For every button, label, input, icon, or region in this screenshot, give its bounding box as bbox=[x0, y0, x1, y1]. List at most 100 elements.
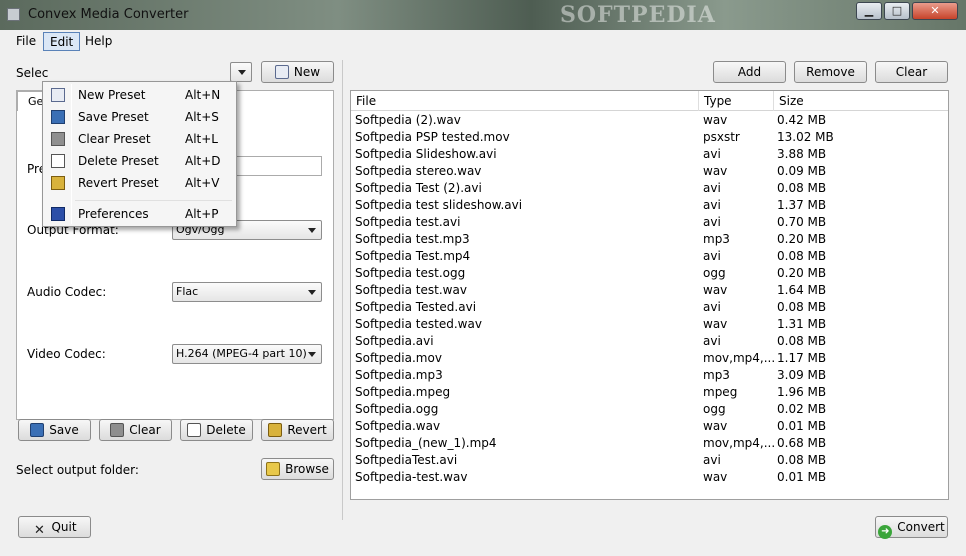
table-row[interactable]: Softpedia Tested.avi avi 0.08 MB bbox=[351, 299, 948, 316]
revert-button[interactable]: Revert bbox=[261, 419, 334, 441]
table-row[interactable]: Softpedia Test.mp4 avi 0.08 MB bbox=[351, 248, 948, 265]
clear-preset-button[interactable]: Clear bbox=[99, 419, 172, 441]
menu-edit[interactable]: Edit bbox=[43, 32, 81, 51]
save-icon bbox=[51, 110, 65, 124]
save-button[interactable]: Save bbox=[18, 419, 91, 441]
table-row[interactable]: Softpedia.wav wav 0.01 MB bbox=[351, 418, 948, 435]
delete-button-label: Delete bbox=[206, 423, 246, 437]
menu-item-clear-preset[interactable]: Clear Preset Alt+L bbox=[45, 129, 234, 149]
cell-type: wav bbox=[703, 470, 728, 484]
video-codec-label: Video Codec: bbox=[27, 347, 106, 361]
column-header-type[interactable]: Type bbox=[699, 91, 774, 111]
new-button-label: New bbox=[293, 65, 321, 79]
cell-file: Softpedia.wav bbox=[355, 419, 441, 433]
column-header-file[interactable]: File bbox=[351, 91, 699, 111]
table-row[interactable]: Softpedia_(new_1).mp4 mov,mp4,... 0.68 MB bbox=[351, 435, 948, 452]
cell-size: 1.96 MB bbox=[777, 385, 827, 399]
main-window: File Edit Help Selec New Ge Pre Output F… bbox=[0, 30, 966, 556]
menu-item-preferences[interactable]: Preferences Alt+P bbox=[45, 204, 234, 224]
browse-button[interactable]: Browse bbox=[261, 458, 334, 480]
cell-type: avi bbox=[703, 334, 721, 348]
cell-file: Softpedia test.mp3 bbox=[355, 232, 470, 246]
cell-size: 0.20 MB bbox=[777, 266, 827, 280]
add-button[interactable]: Add bbox=[713, 61, 786, 83]
table-row[interactable]: Softpedia Slideshow.avi avi 3.88 MB bbox=[351, 146, 948, 163]
table-row[interactable]: Softpedia stereo.wav wav 0.09 MB bbox=[351, 163, 948, 180]
menu-file[interactable]: File bbox=[10, 32, 42, 51]
trash-icon bbox=[110, 423, 125, 437]
new-preset-button[interactable]: New bbox=[261, 61, 334, 83]
broom-icon bbox=[268, 423, 283, 437]
cell-type: avi bbox=[703, 181, 721, 195]
table-row[interactable]: Softpedia test.avi avi 0.70 MB bbox=[351, 214, 948, 231]
cell-size: 1.64 MB bbox=[777, 283, 827, 297]
cell-type: wav bbox=[703, 419, 728, 433]
remove-button[interactable]: Remove bbox=[794, 61, 867, 83]
menu-item-new-preset[interactable]: New Preset Alt+N bbox=[45, 85, 234, 105]
save-button-label: Save bbox=[49, 423, 79, 437]
cell-file: Softpedia.ogg bbox=[355, 402, 439, 416]
table-row[interactable]: Softpedia.mp3 mp3 3.09 MB bbox=[351, 367, 948, 384]
preferences-icon bbox=[51, 207, 65, 221]
column-header-size[interactable]: Size bbox=[774, 91, 948, 111]
table-row[interactable]: Softpedia.ogg ogg 0.02 MB bbox=[351, 401, 948, 418]
trash-icon bbox=[51, 132, 65, 146]
select-preset-label: Selec bbox=[16, 66, 49, 80]
table-row[interactable]: Softpedia test.wav wav 1.64 MB bbox=[351, 282, 948, 299]
cell-type: ogg bbox=[703, 402, 726, 416]
audio-codec-label: Audio Codec: bbox=[27, 285, 107, 299]
cell-file: Softpedia test slideshow.avi bbox=[355, 198, 523, 212]
audio-codec-select[interactable]: Flac bbox=[172, 282, 322, 302]
table-row[interactable]: Softpedia-test.wav wav 0.01 MB bbox=[351, 469, 948, 486]
cell-type: wav bbox=[703, 283, 728, 297]
quit-button[interactable]: ✕ Quit bbox=[18, 516, 91, 538]
table-row[interactable]: Softpedia tested.wav wav 1.31 MB bbox=[351, 316, 948, 333]
cell-size: 0.70 MB bbox=[777, 215, 827, 229]
cell-file: Softpedia test.ogg bbox=[355, 266, 466, 280]
table-row[interactable]: Softpedia Test (2).avi avi 0.08 MB bbox=[351, 180, 948, 197]
cell-type: avi bbox=[703, 198, 721, 212]
close-button[interactable]: ✕ bbox=[912, 2, 958, 20]
cell-file: Softpedia test.avi bbox=[355, 215, 461, 229]
cell-file: Softpedia.mpeg bbox=[355, 385, 451, 399]
table-row[interactable]: Softpedia.mpeg mpeg 1.96 MB bbox=[351, 384, 948, 401]
menu-item-delete-preset[interactable]: Delete Preset Alt+D bbox=[45, 151, 234, 171]
table-row[interactable]: Softpedia.mov mov,mp4,... 1.17 MB bbox=[351, 350, 948, 367]
menu-item-shortcut: Alt+D bbox=[185, 154, 221, 168]
new-preset-icon bbox=[274, 65, 289, 79]
menu-item-save-preset[interactable]: Save Preset Alt+S bbox=[45, 107, 234, 127]
preset-select[interactable] bbox=[230, 62, 252, 82]
cell-size: 0.02 MB bbox=[777, 402, 827, 416]
menu-help[interactable]: Help bbox=[79, 32, 118, 51]
cell-size: 3.88 MB bbox=[777, 147, 827, 161]
minimize-button[interactable]: ▁ bbox=[856, 2, 882, 20]
table-row[interactable]: Softpedia.avi avi 0.08 MB bbox=[351, 333, 948, 350]
cell-type: avi bbox=[703, 147, 721, 161]
table-row[interactable]: SoftpediaTest.avi avi 0.08 MB bbox=[351, 452, 948, 469]
maximize-button[interactable]: □ bbox=[884, 2, 910, 20]
cell-type: mpeg bbox=[703, 385, 738, 399]
cell-size: 0.42 MB bbox=[777, 113, 827, 127]
table-row[interactable]: Softpedia test.mp3 mp3 0.20 MB bbox=[351, 231, 948, 248]
chevron-down-icon bbox=[308, 228, 316, 233]
quit-button-label: Quit bbox=[51, 520, 77, 534]
cell-file: Softpedia_(new_1).mp4 bbox=[355, 436, 497, 450]
menu-item-label: Preferences bbox=[78, 207, 149, 221]
cell-type: wav bbox=[703, 164, 728, 178]
menu-item-revert-preset[interactable]: Revert Preset Alt+V bbox=[45, 173, 234, 193]
cell-type: mp3 bbox=[703, 368, 730, 382]
folder-icon bbox=[266, 462, 281, 476]
chevron-down-icon bbox=[238, 70, 246, 75]
video-codec-value: H.264 (MPEG-4 part 10) bbox=[176, 347, 307, 360]
cell-size: 1.31 MB bbox=[777, 317, 827, 331]
clear-list-button[interactable]: Clear bbox=[875, 61, 948, 83]
table-row[interactable]: Softpedia test.ogg ogg 0.20 MB bbox=[351, 265, 948, 282]
table-row[interactable]: Softpedia test slideshow.avi avi 1.37 MB bbox=[351, 197, 948, 214]
video-codec-select[interactable]: H.264 (MPEG-4 part 10) bbox=[172, 344, 322, 364]
table-row[interactable]: Softpedia PSP tested.mov psxstr 13.02 MB bbox=[351, 129, 948, 146]
menu-item-shortcut: Alt+P bbox=[185, 207, 219, 221]
convert-button[interactable]: ➜ Convert bbox=[875, 516, 948, 539]
delete-preset-button[interactable]: Delete bbox=[180, 419, 253, 441]
window-title: Convex Media Converter bbox=[28, 7, 189, 22]
table-row[interactable]: Softpedia (2).wav wav 0.42 MB bbox=[351, 112, 948, 129]
